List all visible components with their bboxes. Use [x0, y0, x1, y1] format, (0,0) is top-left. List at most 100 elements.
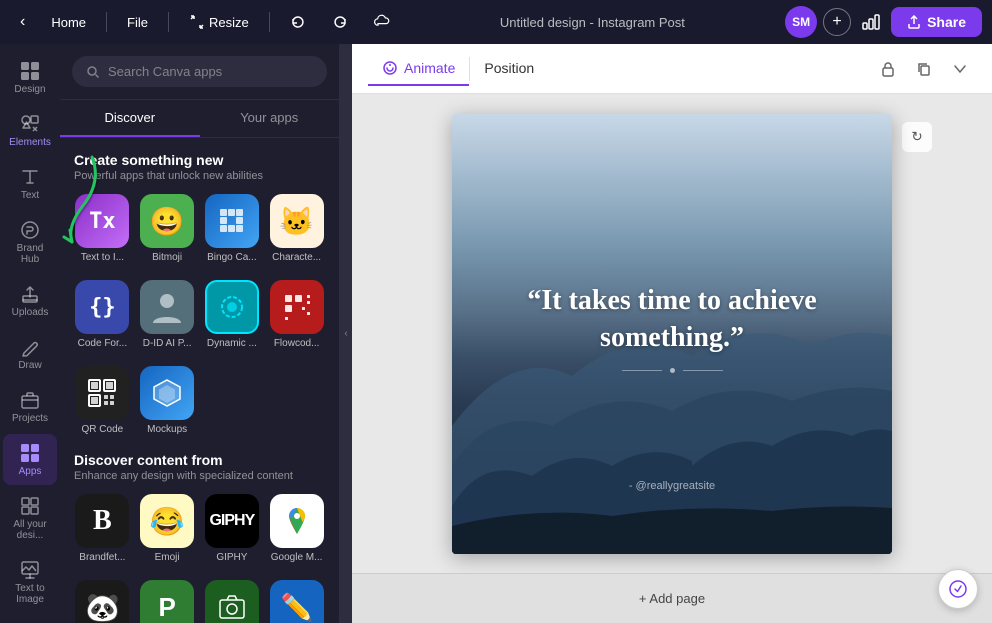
- icon-sidebar: Design Elements Text Brand Hub: [0, 44, 60, 623]
- app-label-flowcod: Flowcod...: [274, 338, 320, 350]
- sidebar-item-text[interactable]: Text: [3, 158, 57, 209]
- sidebar-item-alldesigns[interactable]: All your desi...: [3, 487, 57, 549]
- app-icon-giphy: GIPHY: [205, 494, 259, 548]
- home-label: Home: [51, 15, 86, 30]
- app-item-mockups[interactable]: Mockups: [139, 366, 196, 436]
- apps-label: Apps: [19, 466, 42, 477]
- animate-button[interactable]: Animate: [368, 52, 469, 86]
- projects-label: Projects: [12, 413, 48, 424]
- app-item-qr-code[interactable]: QR Code: [74, 366, 131, 436]
- app-item-brandfet[interactable]: B Brandfet...: [74, 494, 131, 564]
- texttoimage-label: Text to Image: [9, 583, 51, 605]
- sidebar-item-projects[interactable]: Projects: [3, 381, 57, 432]
- app-icon-qr-code: [75, 366, 129, 420]
- discover-section-title: Discover content from: [74, 452, 325, 468]
- app-item-pencil[interactable]: ✏️: [268, 580, 325, 623]
- empty-slot-1: [204, 366, 261, 436]
- app-item-piktochart[interactable]: P: [139, 580, 196, 623]
- add-collaborator-button[interactable]: +: [823, 8, 851, 36]
- add-page-bar: + Add page: [352, 573, 992, 623]
- app-item-code-for[interactable]: {} Code For...: [74, 280, 131, 350]
- app-item-google-maps[interactable]: Google M...: [268, 494, 325, 564]
- draw-icon: [19, 336, 41, 358]
- redo-button[interactable]: [322, 8, 358, 36]
- sidebar-item-apps[interactable]: Apps: [3, 434, 57, 485]
- app-grid-row5: 🐼 P: [74, 580, 325, 623]
- app-item-emoji[interactable]: 😂 Emoji: [139, 494, 196, 564]
- avatar-initials: SM: [792, 15, 810, 29]
- app-item-bitmoji[interactable]: 😀 Bitmoji: [139, 194, 196, 264]
- fab-button[interactable]: [938, 569, 978, 609]
- canvas-frame: “It takes time to achieve something.” - …: [452, 114, 892, 554]
- position-button[interactable]: Position: [470, 52, 548, 86]
- analytics-button[interactable]: [857, 7, 885, 38]
- home-button[interactable]: Home: [41, 9, 96, 36]
- app-item-d-id-ai[interactable]: D-ID AI P...: [139, 280, 196, 350]
- redo-icon: [332, 14, 348, 30]
- app-item-flowcod[interactable]: Flowcod...: [268, 280, 325, 350]
- panel-search: [60, 44, 339, 100]
- app-label-google-maps: Google M...: [271, 552, 323, 564]
- animate-icon: [382, 60, 398, 76]
- app-grid-row4: B Brandfet... 😂 Emoji GIPHY GIPHY: [74, 494, 325, 564]
- draw-label: Draw: [18, 360, 41, 371]
- elements-label: Elements: [9, 137, 51, 148]
- more-options-button[interactable]: [944, 53, 976, 85]
- sidebar-item-brandhub[interactable]: Brand Hub: [3, 211, 57, 273]
- undo-icon: [290, 14, 306, 30]
- elements-icon: [19, 113, 41, 135]
- undo-button[interactable]: [280, 8, 316, 36]
- back-button[interactable]: ‹: [10, 7, 35, 37]
- app-label-code-for: Code For...: [78, 338, 127, 350]
- fab-icon: [948, 579, 968, 599]
- app-label-bitmoji: Bitmoji: [152, 252, 182, 264]
- app-icon-text-to-i: Tx: [75, 194, 129, 248]
- separator: [106, 12, 107, 32]
- app-item-camera-app[interactable]: [204, 580, 261, 623]
- flowcod-icon: [282, 292, 312, 322]
- avatar-button[interactable]: SM: [785, 6, 817, 38]
- text-label: Text: [21, 190, 39, 201]
- app-item-text-to-i[interactable]: Tx Text to I...: [74, 194, 131, 264]
- app-item-giphy[interactable]: GIPHY GIPHY: [204, 494, 261, 564]
- add-page-button[interactable]: + Add page: [619, 583, 725, 614]
- divider-left: [622, 370, 662, 371]
- more-options-icon: [952, 61, 968, 77]
- canvas-quote-text: “It takes time to achieve something.”: [492, 283, 852, 356]
- design-icon: [19, 60, 41, 82]
- empty-slot-2: [268, 366, 325, 436]
- alldesigns-icon: [19, 495, 41, 517]
- canvas-quote: “It takes time to achieve something.”: [452, 283, 892, 385]
- sidebar-item-draw[interactable]: Draw: [3, 328, 57, 379]
- app-item-bingo-ca[interactable]: Bingo Ca...: [204, 194, 261, 264]
- sidebar-item-uploads[interactable]: Uploads: [3, 275, 57, 326]
- sidebar-item-elements[interactable]: Elements: [3, 105, 57, 156]
- file-button[interactable]: File: [117, 9, 158, 36]
- discover-section-sub: Enhance any design with specialized cont…: [74, 470, 325, 482]
- app-item-panda[interactable]: 🐼: [74, 580, 131, 623]
- app-label-mockups: Mockups: [147, 424, 187, 436]
- uploads-label: Uploads: [12, 307, 49, 318]
- app-item-dynamic[interactable]: Dynamic ...: [204, 280, 261, 350]
- search-input[interactable]: [108, 64, 313, 79]
- cloud-save-button[interactable]: [364, 8, 400, 36]
- app-icon-code-for: {}: [75, 280, 129, 334]
- app-item-characte[interactable]: 🐱 Characte...: [268, 194, 325, 264]
- sidebar-item-texttoimage[interactable]: Text to Image: [3, 551, 57, 613]
- tab-your-apps[interactable]: Your apps: [200, 100, 340, 137]
- canvas-refresh-button[interactable]: ↻: [902, 122, 932, 152]
- app-grid-row3: QR Code Mockups: [74, 366, 325, 436]
- lock-button[interactable]: [872, 53, 904, 85]
- sidebar-item-design[interactable]: Design: [3, 52, 57, 103]
- tab-discover[interactable]: Discover: [60, 100, 200, 137]
- discover-section: Discover content from Enhance any design…: [74, 452, 325, 482]
- app-grid-row1: Tx Text to I... 😀 Bitmoji: [74, 194, 325, 264]
- copy-button[interactable]: [908, 53, 940, 85]
- position-label: Position: [484, 60, 534, 76]
- app-icon-bitmoji: 😀: [140, 194, 194, 248]
- resize-button[interactable]: Resize: [179, 8, 259, 36]
- share-button[interactable]: Share: [891, 7, 982, 37]
- create-section-title: Create something new: [74, 152, 325, 168]
- file-label: File: [127, 15, 148, 30]
- collapse-panel-handle[interactable]: ‹: [340, 44, 352, 623]
